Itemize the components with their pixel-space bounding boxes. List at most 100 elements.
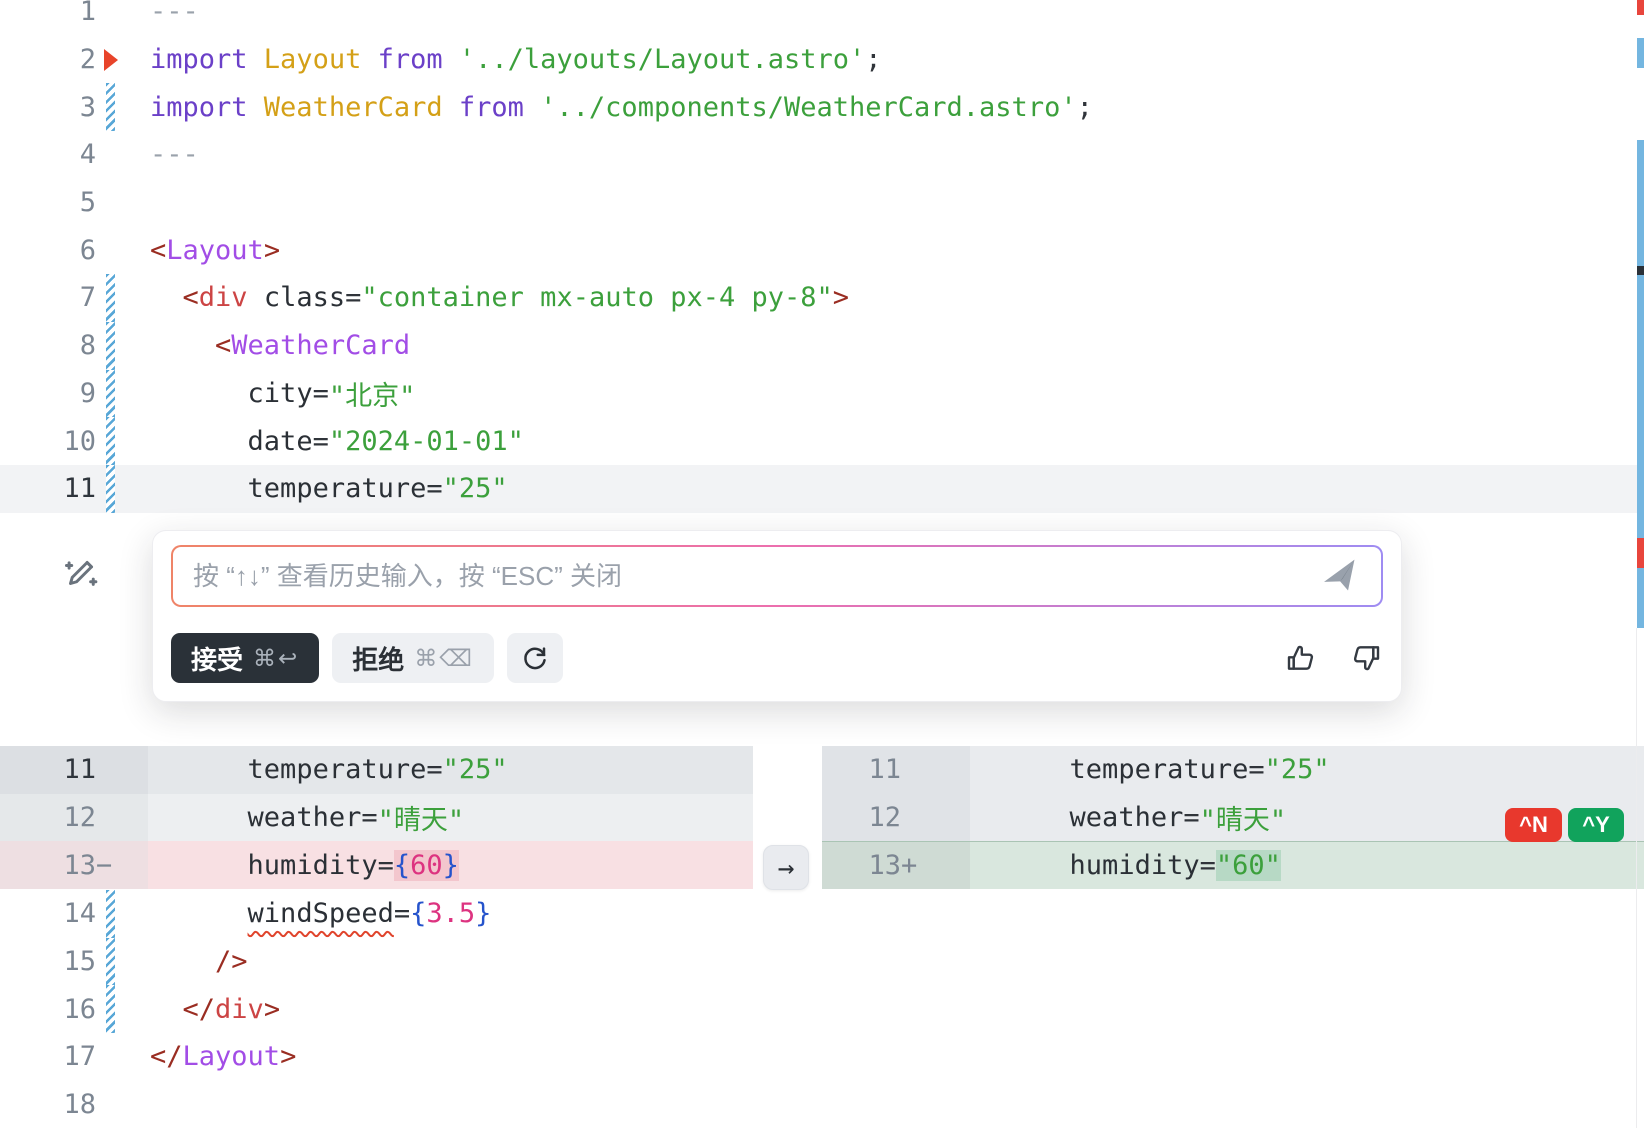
code-token: "晴天": [378, 798, 465, 837]
diff-row-11[interactable]: 11 temperature="25": [822, 746, 1644, 794]
code-line-14[interactable]: 14 windSpeed={3.5}: [0, 890, 1644, 938]
line-number: 11: [868, 754, 901, 785]
gutter[interactable]: 14: [0, 890, 148, 938]
code-token: =: [426, 473, 442, 504]
send-icon[interactable]: [1319, 555, 1362, 598]
thumbs-down-icon[interactable]: [1349, 642, 1383, 674]
modified-line-stripe: [106, 370, 115, 418]
thumbs-up-icon[interactable]: [1284, 642, 1318, 674]
code-line-6[interactable]: 6<Layout>: [0, 226, 1644, 274]
gutter[interactable]: 5: [0, 179, 148, 227]
gutter[interactable]: 18: [0, 1081, 148, 1128]
code-token: from: [361, 44, 459, 75]
code-token: Layout: [183, 1041, 281, 1072]
code-line-18[interactable]: 18: [0, 1081, 1644, 1128]
code-content: ---: [148, 0, 1644, 36]
reject-label: 拒绝: [352, 640, 404, 677]
line-number: 14: [63, 898, 96, 929]
code-token: {: [410, 898, 426, 929]
gutter[interactable]: 2: [0, 36, 148, 84]
diff-gutter: 11: [822, 746, 970, 794]
code-line-10[interactable]: 10 date="2024-01-01": [0, 417, 1644, 465]
code-line-3[interactable]: 3import WeatherCard from '../components/…: [0, 83, 1644, 131]
diff-change-mark: +: [901, 850, 923, 881]
accept-keybind-badge[interactable]: ^Y: [1568, 808, 1624, 842]
diff-gutter: 13+: [822, 841, 970, 889]
code-line-15[interactable]: 15 />: [0, 938, 1644, 986]
code-line-1[interactable]: 1---: [0, 0, 1644, 36]
code-line-9[interactable]: 9 city="北京": [0, 370, 1644, 418]
accept-button[interactable]: 接受 ⌘↩: [171, 633, 319, 683]
code-line-11[interactable]: 11 temperature="25": [0, 465, 1644, 513]
gutter[interactable]: 15: [0, 938, 148, 986]
code-token: [150, 946, 215, 977]
code-token: [150, 330, 215, 361]
code-token: </: [150, 1041, 183, 1072]
gutter[interactable]: 6: [0, 226, 148, 274]
diff-row-13[interactable]: 13− humidity={60}: [0, 841, 753, 889]
code-content: humidity="60": [970, 841, 1644, 889]
modified-line-stripe: [106, 938, 115, 986]
code-token: =: [345, 282, 361, 313]
reject-button[interactable]: 拒绝 ⌘⌫: [332, 633, 494, 683]
gutter[interactable]: 4: [0, 131, 148, 179]
modified-line-stripe: [106, 417, 115, 465]
gutter[interactable]: 16: [0, 985, 148, 1033]
modified-line-stripe: [106, 322, 115, 370]
code-content: />: [148, 938, 1644, 986]
code-line-4[interactable]: 4---: [0, 131, 1644, 179]
code-content: city="北京": [148, 370, 1644, 418]
diff-row-12[interactable]: 12 weather="晴天": [0, 794, 753, 842]
gutter[interactable]: 8: [0, 322, 148, 370]
code-token: </: [183, 994, 216, 1025]
ai-prompt-input-wrap: [171, 545, 1383, 607]
gutter[interactable]: 7: [0, 274, 148, 322]
code-token: =: [394, 898, 410, 929]
diff-row-11[interactable]: 11 temperature="25": [0, 746, 753, 794]
line-number: 2: [80, 44, 96, 75]
code-token: "25": [443, 754, 508, 785]
diff-row-13[interactable]: 13+ humidity="60": [822, 841, 1644, 889]
code-token: "晴天": [1200, 798, 1287, 837]
code-token: 60: [410, 850, 443, 881]
gutter[interactable]: 3: [0, 83, 148, 131]
editor-stage: 1---2import Layout from '../layouts/Layo…: [0, 0, 1644, 1128]
gutter[interactable]: 11: [0, 465, 148, 513]
code-token: Layout: [166, 235, 264, 266]
line-number: 9: [80, 378, 96, 409]
code-line-5[interactable]: 5: [0, 179, 1644, 227]
code-token: import: [150, 44, 264, 75]
gutter[interactable]: 17: [0, 1033, 148, 1081]
code-content: <WeatherCard: [148, 322, 1644, 370]
line-number: 13: [868, 850, 901, 881]
code-token: >: [264, 235, 280, 266]
code-token: />: [215, 946, 248, 977]
code-token: =: [1248, 754, 1264, 785]
code-content: temperature="25": [148, 746, 753, 794]
code-token: }: [475, 898, 491, 929]
reject-shortcut: ⌘⌫: [414, 645, 474, 672]
reject-keybind-badge[interactable]: ^N: [1505, 808, 1562, 842]
bottom-editor-code: 14 windSpeed={3.5}15 />16 </div>17</Layo…: [0, 890, 1644, 1128]
code-token: >: [280, 1041, 296, 1072]
code-line-2[interactable]: 2import Layout from '../layouts/Layout.a…: [0, 36, 1644, 84]
refresh-icon[interactable]: [507, 633, 563, 683]
apply-change-arrow-button[interactable]: →: [763, 845, 809, 890]
code-token: >: [264, 994, 280, 1025]
code-token: [150, 898, 248, 929]
diff-pane-original: 11 temperature="25"12 weather="晴天"13− hu…: [0, 746, 753, 889]
code-content: import WeatherCard from '../components/W…: [148, 83, 1644, 131]
code-line-8[interactable]: 8 <WeatherCard: [0, 322, 1644, 370]
ai-prompt-input[interactable]: [173, 547, 1381, 605]
code-content: ---: [148, 131, 1644, 179]
code-token: WeatherCard: [264, 92, 443, 123]
code-line-16[interactable]: 16 </div>: [0, 985, 1644, 1033]
gutter[interactable]: 1: [0, 0, 148, 36]
code-line-7[interactable]: 7 <div class="container mx-auto px-4 py-…: [0, 274, 1644, 322]
gutter[interactable]: 10: [0, 417, 148, 465]
ruler-segment: [1637, 266, 1644, 275]
pencil-sparkle-icon[interactable]: [60, 552, 102, 594]
code-token: =: [426, 754, 442, 785]
code-line-17[interactable]: 17</Layout>: [0, 1033, 1644, 1081]
gutter[interactable]: 9: [0, 370, 148, 418]
